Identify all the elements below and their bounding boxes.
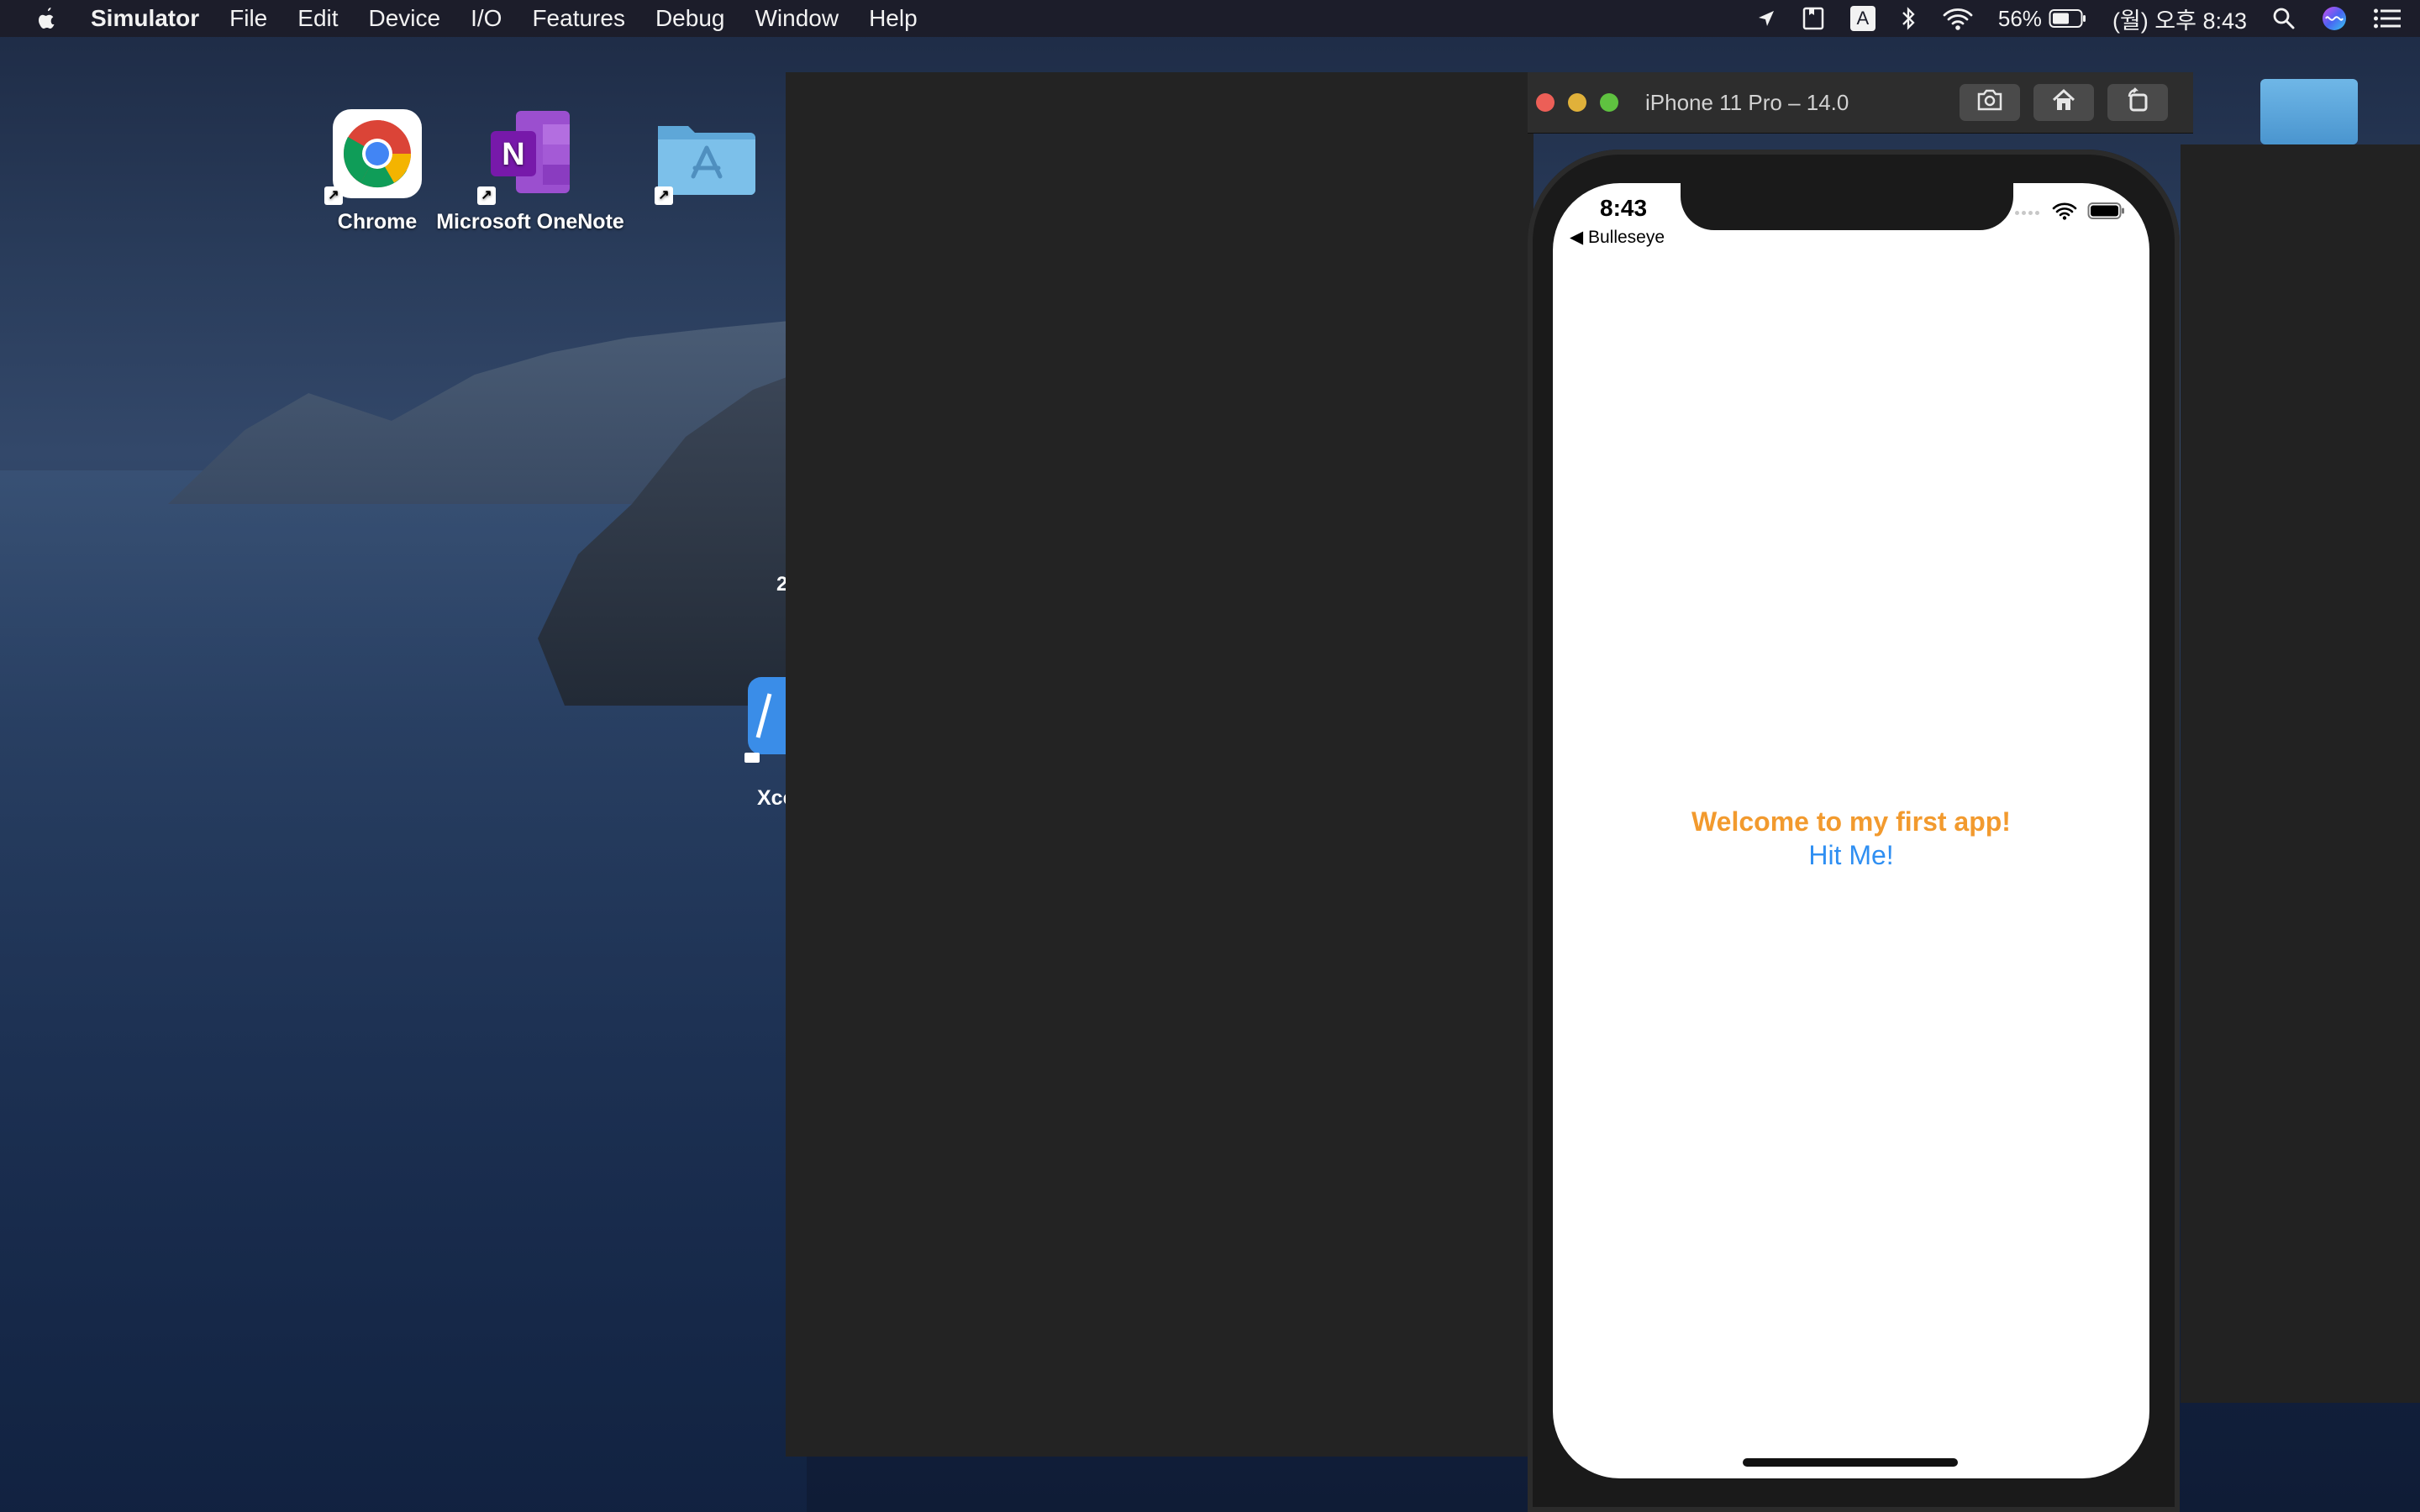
siri-icon[interactable] bbox=[2321, 5, 2348, 32]
home-icon bbox=[2050, 87, 2077, 118]
app-store-folder-icon: ↗ bbox=[651, 108, 755, 205]
background-window[interactable] bbox=[786, 72, 1534, 1457]
battery-percent: 56% bbox=[1997, 5, 2042, 31]
chrome-icon: ↗ bbox=[324, 108, 424, 205]
input-source-label: A bbox=[1849, 6, 1876, 31]
screenshot-button[interactable] bbox=[1960, 84, 2020, 121]
input-source-icon[interactable]: A bbox=[1849, 6, 1876, 31]
iphone-notch bbox=[1681, 183, 2013, 230]
wifi-status-icon bbox=[2052, 202, 2077, 224]
simulator-titlebar[interactable]: iPhone 11 Pro – 14.0 bbox=[1528, 72, 2193, 134]
camera-icon bbox=[1975, 87, 2004, 118]
hit-me-button[interactable]: Hit Me! bbox=[1553, 840, 2149, 871]
desktop-icon-label: Chrome bbox=[337, 210, 418, 234]
iphone-screen[interactable]: 8:43 ◀ Bulleseye Welcome to my first app… bbox=[1553, 183, 2149, 1478]
close-window-button[interactable] bbox=[1536, 93, 1555, 112]
welcome-label: Welcome to my first app! bbox=[1691, 806, 2011, 837]
partial-desktop-label: 2 bbox=[776, 573, 786, 596]
background-window-right[interactable] bbox=[2181, 144, 2420, 1403]
apple-menu-icon[interactable] bbox=[32, 4, 60, 33]
menu-io[interactable]: I/O bbox=[471, 5, 502, 32]
onenote-icon: N ↗ bbox=[477, 108, 576, 205]
menu-help[interactable]: Help bbox=[869, 5, 918, 32]
battery-status-icon bbox=[2087, 202, 2126, 224]
menu-clock[interactable]: (월) 오후 8:43 bbox=[2112, 3, 2247, 35]
spotlight-search-icon[interactable] bbox=[2272, 7, 2296, 30]
menu-edit[interactable]: Edit bbox=[297, 5, 338, 32]
simulator-window-title: iPhone 11 Pro – 14.0 bbox=[1645, 89, 1849, 115]
folder-icon[interactable] bbox=[2260, 79, 2358, 144]
home-indicator[interactable] bbox=[1743, 1458, 1958, 1467]
zoom-window-button[interactable] bbox=[1600, 93, 1618, 112]
home-button[interactable] bbox=[2033, 84, 2094, 121]
rotate-button[interactable] bbox=[2107, 84, 2168, 121]
menu-bar: Simulator File Edit Device I/O Features … bbox=[0, 0, 2420, 37]
rotate-icon bbox=[2124, 87, 2151, 119]
desktop-icon-app-store-folder[interactable]: ↗ bbox=[597, 108, 798, 210]
location-icon[interactable] bbox=[1756, 8, 1776, 29]
notes-icon[interactable] bbox=[1802, 6, 1825, 31]
back-to-app-link[interactable]: ◀ Bulleseye bbox=[1570, 227, 1665, 248]
status-bar-indicators bbox=[2015, 202, 2126, 224]
menu-file[interactable]: File bbox=[229, 5, 267, 32]
menu-app-name[interactable]: Simulator bbox=[91, 5, 199, 32]
bluetooth-icon[interactable] bbox=[1901, 6, 1918, 31]
status-bar-time: 8:43 bbox=[1600, 195, 1648, 221]
battery-icon[interactable] bbox=[2049, 8, 2087, 29]
xcode-label: Xcode bbox=[757, 786, 786, 810]
notification-center-icon[interactable] bbox=[2373, 8, 2402, 29]
wifi-icon[interactable] bbox=[1943, 7, 1973, 30]
svg-text:N: N bbox=[502, 137, 524, 172]
desktop-icon-label: Microsoft OneNote bbox=[436, 210, 624, 234]
menu-features[interactable]: Features bbox=[532, 5, 625, 32]
xcode-icon[interactable] bbox=[744, 677, 815, 763]
menu-device[interactable]: Device bbox=[369, 5, 441, 32]
cellular-signal-icon bbox=[2015, 211, 2042, 215]
menu-debug[interactable]: Debug bbox=[655, 5, 725, 32]
minimize-window-button[interactable] bbox=[1568, 93, 1586, 112]
menu-window[interactable]: Window bbox=[755, 5, 839, 32]
